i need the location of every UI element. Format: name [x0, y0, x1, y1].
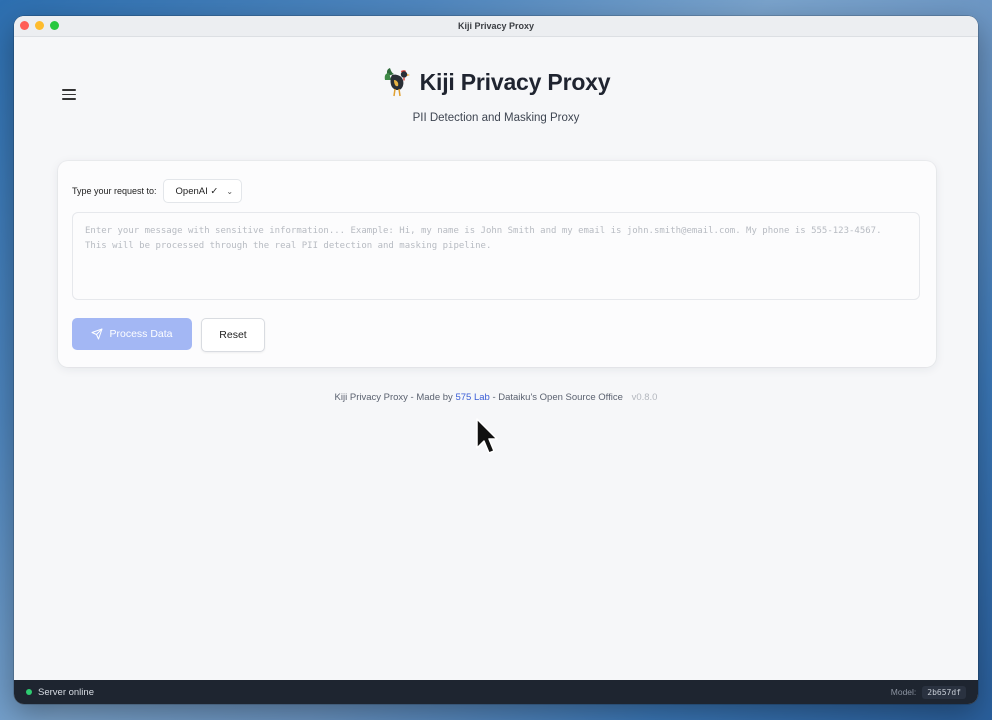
maximize-window-button[interactable] [50, 21, 59, 30]
window-controls [20, 21, 59, 30]
server-status: Server online [26, 687, 94, 698]
mouse-pointer-icon [476, 418, 498, 454]
provider-label: Type your request to: [72, 186, 157, 196]
version-label: v0.8.0 [631, 392, 658, 403]
app-window: Kiji Privacy Proxy Kiji Privacy Proxy PI… [14, 16, 978, 704]
lab-link[interactable]: 575 Lab [455, 392, 489, 403]
process-data-button[interactable]: Process Data [72, 318, 192, 350]
process-data-label: Process Data [109, 328, 173, 340]
provider-selected-value: OpenAI ✓ [175, 185, 219, 197]
minimize-window-button[interactable] [35, 21, 44, 30]
request-card: Type your request to: OpenAI ✓ ⌄ Process… [58, 161, 936, 367]
status-bar: Server online Model: 2b657df [14, 680, 978, 704]
model-value: 2b657df [922, 685, 966, 699]
close-window-button[interactable] [20, 21, 29, 30]
footer-suffix: - Dataiku's Open Source Office [492, 392, 623, 403]
server-status-text: Server online [38, 686, 94, 698]
provider-select[interactable]: OpenAI ✓ ⌄ [162, 179, 243, 203]
app-subtitle: PII Detection and Masking Proxy [412, 112, 580, 124]
message-input[interactable] [72, 212, 920, 300]
send-icon [91, 328, 103, 340]
window-title: Kiji Privacy Proxy [457, 21, 535, 31]
brand: Kiji Privacy Proxy [382, 66, 611, 98]
title-bar: Kiji Privacy Proxy [14, 16, 978, 37]
page-header: Kiji Privacy Proxy PII Detection and Mas… [14, 66, 978, 124]
provider-row: Type your request to: OpenAI ✓ ⌄ [72, 179, 243, 203]
chevron-down-icon: ⌄ [226, 186, 234, 196]
model-info: Model: 2b657df [890, 685, 966, 699]
model-label: Model: [890, 687, 917, 697]
footer-prefix: Kiji Privacy Proxy - Made by [334, 392, 453, 403]
app-title: Kiji Privacy Proxy [419, 68, 611, 95]
status-dot-icon [26, 689, 32, 695]
action-buttons: Process Data Reset [72, 318, 265, 352]
footer: Kiji Privacy Proxy - Made by 575 Lab - D… [14, 392, 978, 403]
reset-button[interactable]: Reset [201, 318, 265, 352]
rooster-logo-icon [384, 68, 410, 97]
